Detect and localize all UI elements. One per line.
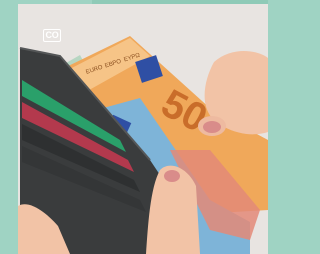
top-accent (92, 0, 268, 4)
nail-upper (203, 121, 221, 133)
co-badge[interactable]: CO (43, 29, 61, 42)
photo-frame: 50 EURO EBPO EYPΩ CO (0, 0, 268, 254)
nail-lower (164, 170, 180, 182)
wallet-photo: 50 EURO EBPO EYPΩ (0, 0, 268, 254)
